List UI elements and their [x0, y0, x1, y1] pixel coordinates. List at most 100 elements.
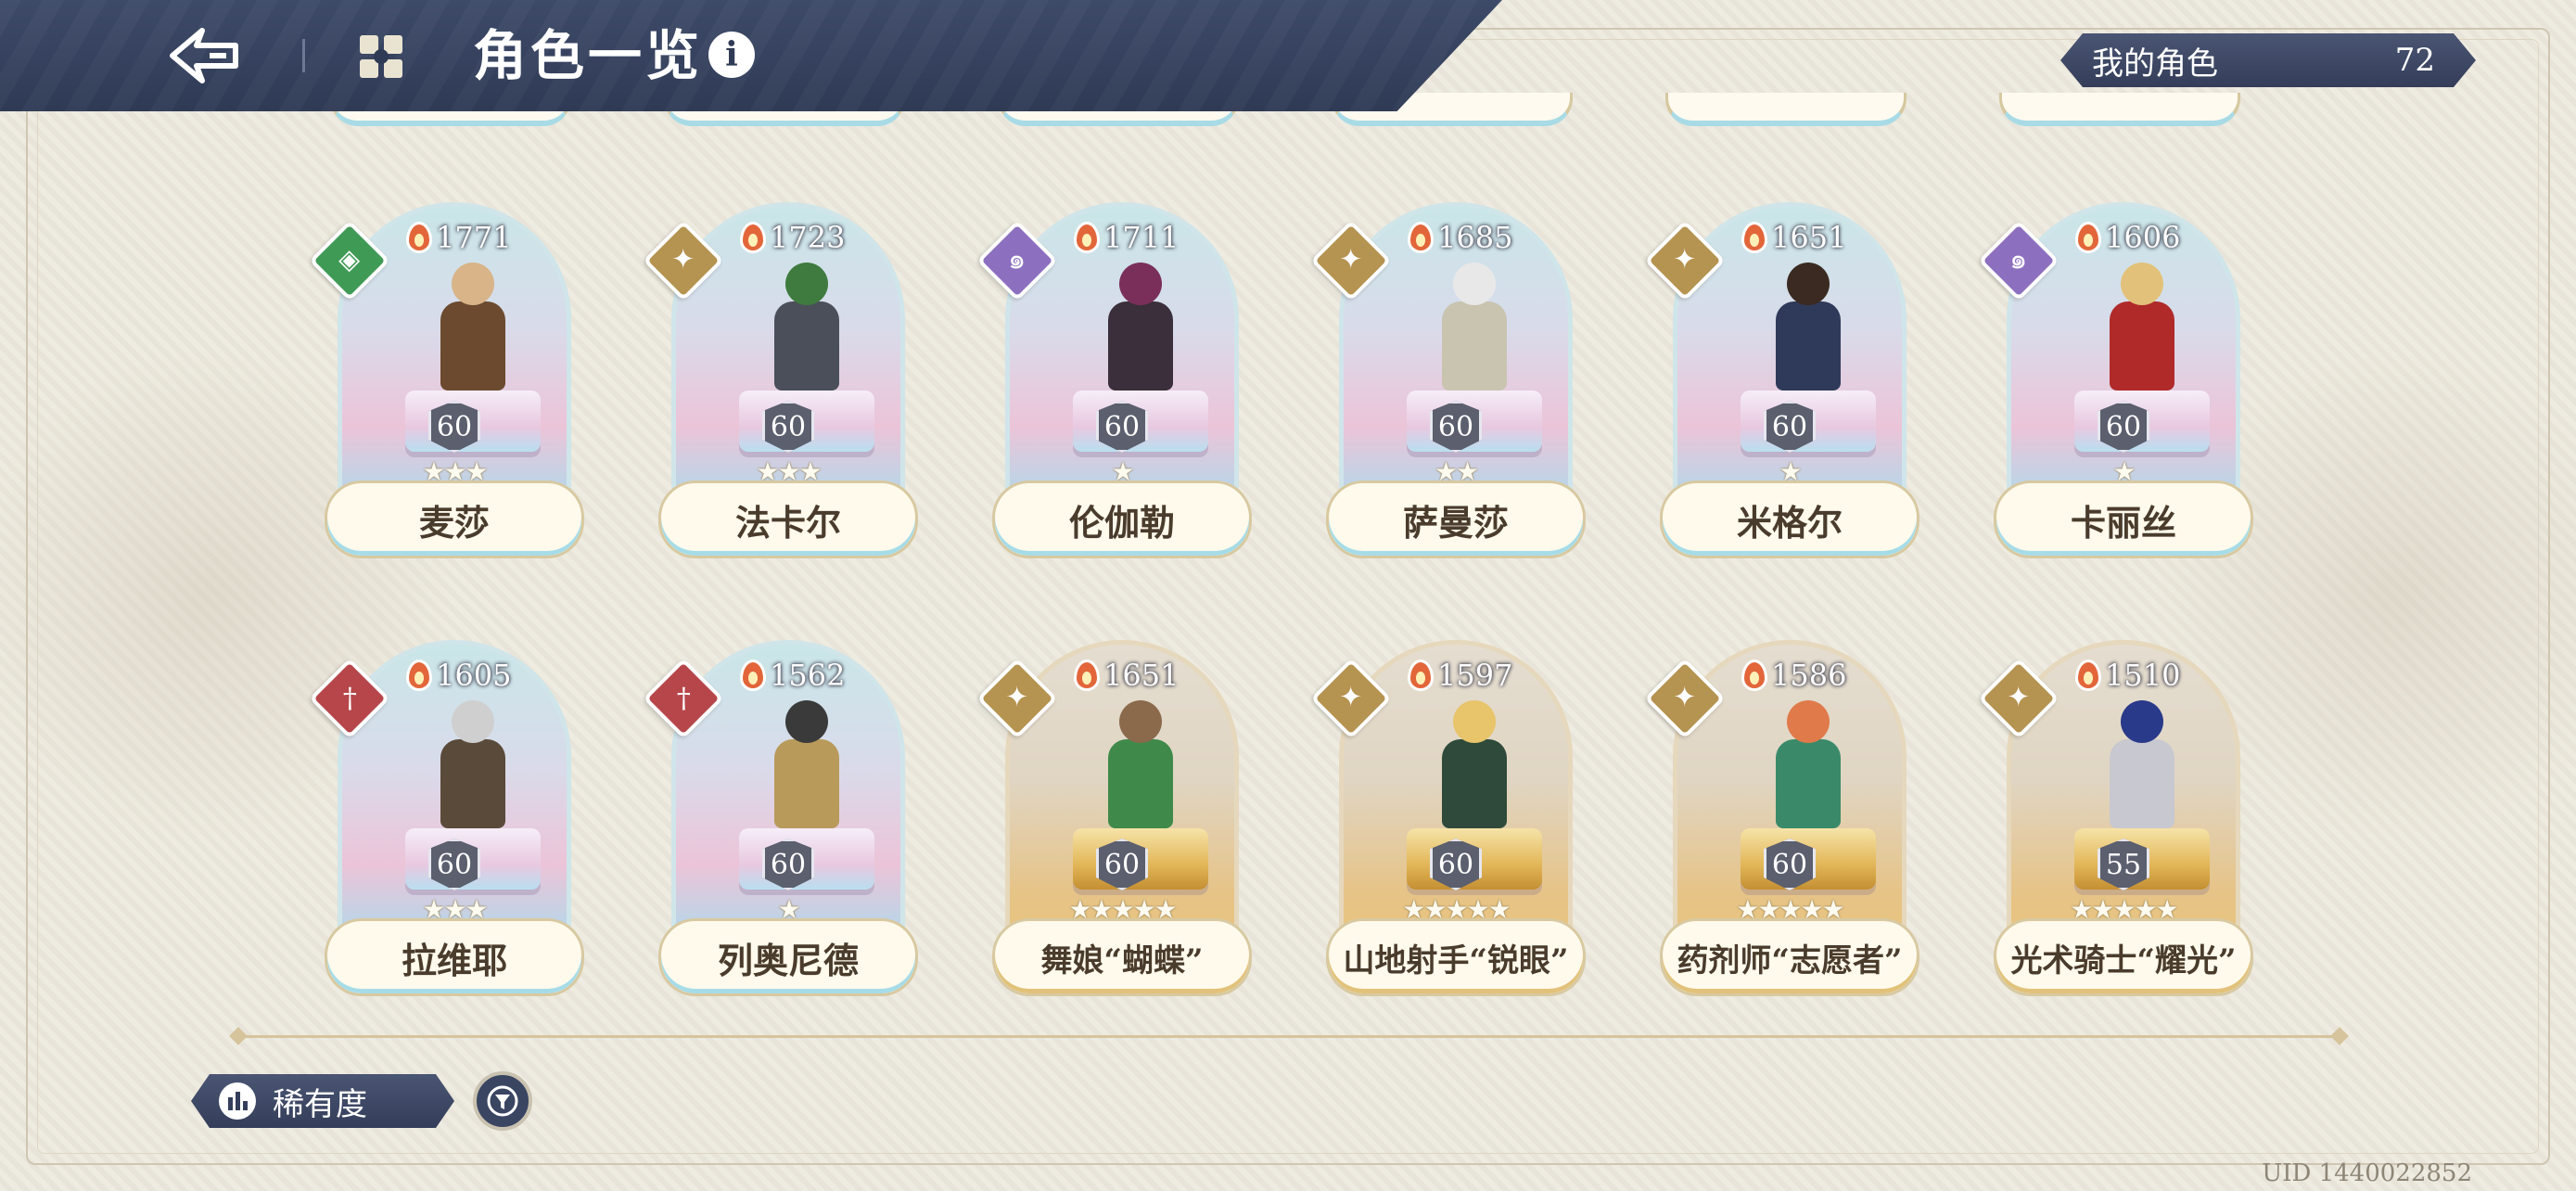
character-card[interactable]: 1711 ๑ 60 ★ 伦伽勒	[976, 202, 1252, 562]
sprite-head	[1787, 263, 1830, 305]
sprite-body	[2110, 739, 2174, 828]
compass-icon: ✦	[1673, 681, 1697, 714]
power-value: 1510	[2105, 658, 2181, 693]
footer-divider	[237, 1035, 2340, 1038]
flame-icon	[1074, 222, 1100, 253]
power-value: 1651	[1771, 220, 1847, 255]
flame-icon	[406, 222, 432, 253]
character-name: 卡丽丝	[1994, 480, 2253, 558]
character-sprite	[1763, 693, 1854, 841]
character-name: 山地射手“锐眼”	[1326, 918, 1586, 996]
character-card[interactable]: 1510 ✦ 55 ★★★★★ 光术骑士“耀光”	[1978, 640, 2253, 1000]
power-indicator: 1711	[1074, 219, 1179, 256]
character-sprite	[427, 255, 518, 403]
power-value: 1685	[1437, 220, 1513, 255]
back-button[interactable]	[167, 20, 241, 91]
my-roles-label: 我的角色	[2092, 45, 2218, 83]
power-value: 1651	[1103, 658, 1180, 693]
partial-card[interactable]	[1999, 93, 2240, 126]
menu-grid-icon[interactable]	[356, 32, 406, 82]
character-card[interactable]: 1651 ✦ 60 ★★★★★ 舞娘“蝴蝶”	[976, 640, 1252, 1000]
character-card[interactable]: 1651 ✦ 60 ★ 米格尔	[1644, 202, 1919, 562]
flame-icon	[740, 222, 766, 253]
power-value: 1711	[1103, 220, 1180, 255]
sprite-body	[774, 739, 839, 828]
character-card[interactable]: 1685 ✦ 60 ★★ 萨曼莎	[1310, 202, 1586, 562]
flame-icon	[2075, 222, 2101, 253]
sprite-body	[440, 739, 505, 828]
character-name: 列奥尼德	[658, 918, 918, 996]
power-indicator: 1562	[740, 657, 845, 694]
flame-icon	[1074, 660, 1100, 691]
power-value: 1586	[1771, 658, 1847, 693]
sprite-head	[452, 263, 494, 305]
flame-icon	[1408, 660, 1434, 691]
sort-rarity-button[interactable]: 稀有度	[191, 1074, 454, 1128]
swirl-icon: ๑	[2009, 243, 2028, 276]
power-indicator: 1685	[1408, 219, 1512, 256]
sprite-body	[1108, 301, 1173, 391]
sprite-head	[1787, 700, 1830, 743]
character-card[interactable]: 1771 ◈ 60 ★★★ 麦莎	[309, 202, 584, 562]
power-indicator: 1597	[1408, 657, 1512, 694]
sprite-body	[440, 301, 505, 391]
compass-icon: ✦	[1339, 681, 1363, 714]
character-card[interactable]: 1605 † 60 ★★★ 拉维耶	[309, 640, 584, 1000]
character-name: 萨曼莎	[1326, 480, 1586, 558]
power-value: 1606	[2105, 220, 2181, 255]
power-value: 1771	[436, 220, 512, 255]
compass-icon: ✦	[671, 243, 695, 276]
header-divider	[302, 39, 305, 72]
flame-icon	[1741, 222, 1767, 253]
character-sprite	[1429, 255, 1520, 403]
character-card[interactable]: 1562 † 60 ★ 列奥尼德	[643, 640, 918, 1000]
power-indicator: 1586	[1741, 657, 1846, 694]
power-value: 1605	[436, 658, 512, 693]
sprite-head	[785, 700, 828, 743]
compass-icon: ✦	[1339, 243, 1363, 276]
power-indicator: 1510	[2075, 657, 2180, 694]
my-roles-count: 72	[2394, 42, 2435, 79]
page-title: 角色一览	[473, 24, 704, 87]
sort-label: 稀有度	[273, 1085, 367, 1123]
character-name: 光术骑士“耀光”	[1994, 918, 2253, 996]
sprite-body	[1442, 739, 1507, 828]
character-card[interactable]: 1586 ✦ 60 ★★★★★ 药剂师“志愿者”	[1644, 640, 1919, 1000]
power-indicator: 1651	[1074, 657, 1179, 694]
power-indicator: 1606	[2075, 219, 2180, 256]
sprite-head	[785, 263, 828, 305]
info-icon[interactable]: i	[708, 32, 755, 78]
flame-icon	[1741, 660, 1767, 691]
character-name: 法卡尔	[658, 480, 918, 558]
filter-icon	[487, 1085, 518, 1117]
power-value: 1597	[1437, 658, 1513, 693]
power-value: 1562	[770, 658, 846, 693]
power-value: 1723	[770, 220, 846, 255]
flame-icon	[406, 660, 432, 691]
sprite-head	[2121, 263, 2163, 305]
partial-card[interactable]	[1665, 93, 1906, 126]
character-sprite	[2097, 693, 2187, 841]
character-sprite	[427, 693, 518, 841]
character-sprite	[761, 255, 852, 403]
sprite-body	[1776, 739, 1841, 828]
sprite-body	[2110, 301, 2174, 391]
filter-button[interactable]	[473, 1071, 532, 1131]
flame-icon	[2075, 660, 2101, 691]
sprite-body	[1442, 301, 1507, 391]
character-name: 米格尔	[1660, 480, 1919, 558]
sprite-body	[774, 301, 839, 391]
character-card[interactable]: 1723 ✦ 60 ★★★ 法卡尔	[643, 202, 918, 562]
power-indicator: 1651	[1741, 219, 1846, 256]
sprite-body	[1776, 301, 1841, 391]
character-sprite	[761, 693, 852, 841]
character-card[interactable]: 1606 ๑ 60 ★ 卡丽丝	[1978, 202, 2253, 562]
sprite-head	[1119, 263, 1162, 305]
shield-icon: ◈	[338, 243, 361, 276]
uid-label: UID 1440022852	[2262, 1159, 2472, 1187]
character-name: 拉维耶	[325, 918, 584, 996]
power-indicator: 1771	[406, 219, 511, 256]
character-card[interactable]: 1597 ✦ 60 ★★★★★ 山地射手“锐眼”	[1310, 640, 1586, 1000]
my-roles-panel: 我的角色 72	[2060, 33, 2476, 87]
sprite-head	[2121, 700, 2163, 743]
